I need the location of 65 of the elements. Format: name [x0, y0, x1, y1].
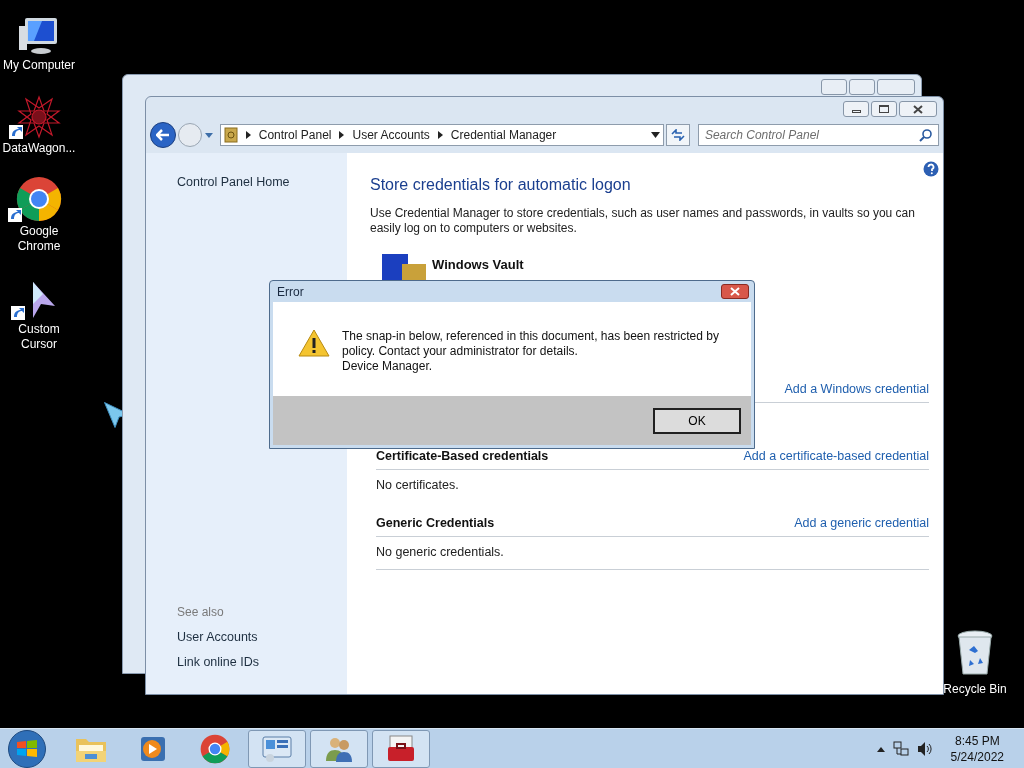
desktop-icon-label[interactable]: Custom Cursor [1, 322, 77, 352]
add-credential-link[interactable]: Add a certificate-based credential [743, 447, 929, 466]
close-icon [730, 287, 740, 296]
close-button[interactable] [899, 101, 937, 117]
caret-up-icon[interactable] [876, 745, 885, 752]
sidebar-link[interactable]: User Accounts [177, 627, 347, 647]
control-panel-icon [262, 734, 292, 763]
sidebar-link[interactable]: Link online IDs [177, 653, 347, 672]
search-field[interactable]: Search Control Panel [697, 124, 939, 146]
help-icon[interactable] [923, 161, 939, 177]
error-message: Device Manager. [342, 359, 434, 374]
desktop-icon-label[interactable]: My Computer [1, 58, 77, 73]
refresh-button[interactable] [666, 124, 690, 146]
desktop-icon-label[interactable]: Google Chrome [1, 224, 77, 254]
search-input[interactable]: Search Control Panel [704, 126, 919, 144]
taskbar-button[interactable] [372, 729, 430, 768]
ok-button[interactable]: OK [653, 407, 741, 434]
section-heading: Certificate-Based credentials [376, 448, 549, 466]
network-icon[interactable] [892, 740, 909, 757]
description-text: Use Credential Manager to store credentials, such as user names and passwords, in vaults so you can easily log on to computers or websites. [370, 206, 916, 236]
address-bar[interactable]: Control Panel User Accounts Credential Manager [219, 124, 664, 146]
chrome-icon [16, 176, 62, 222]
breadcrumb[interactable]: Control Panel [258, 126, 332, 144]
close-button[interactable] [721, 284, 749, 299]
breadcrumb[interactable]: Credential Manager [450, 126, 557, 144]
back-button[interactable] [150, 122, 176, 148]
dialog-title: Error [277, 283, 304, 301]
vault-label: Windows Vault [432, 255, 524, 274]
shortcut-arrow-icon [11, 306, 25, 320]
maximize-button[interactable] [871, 101, 897, 117]
shortcut-arrow-icon [9, 125, 23, 139]
desktop-icon-label[interactable]: Recycle Bin [943, 680, 1007, 698]
add-credential-link[interactable]: Add a generic credential [794, 514, 929, 533]
sidebar-link[interactable]: Control Panel Home [177, 173, 347, 192]
control-panel-icon [223, 127, 238, 143]
dropdown-arrow-icon[interactable] [651, 132, 660, 138]
chevron-right-icon[interactable] [437, 131, 443, 139]
minimize-button[interactable] [843, 101, 869, 117]
desktop-icon-label[interactable]: DataWagon... [1, 141, 77, 156]
close-icon [913, 104, 923, 114]
error-message: The snap-in below, referenced in this document, has been restricted by policy. Contact your administrator for details. [342, 329, 720, 359]
clock-date[interactable]: 5/24/2022 [950, 748, 1004, 765]
shortcut-arrow-icon [8, 208, 22, 222]
speaker-icon[interactable] [916, 740, 933, 757]
add-credential-link[interactable]: Add a Windows credential [784, 380, 929, 399]
windows-logo-icon [16, 738, 38, 759]
empty-message: No certificates. [376, 477, 460, 494]
chevron-right-icon[interactable] [245, 131, 251, 139]
empty-message: No generic credentials. [376, 544, 505, 561]
chevron-right-icon[interactable] [339, 131, 345, 139]
search-icon[interactable] [919, 128, 932, 142]
recycle-bin-icon [956, 630, 994, 676]
section-heading: Generic Credentials [376, 515, 495, 533]
star-icon [17, 95, 61, 139]
page-title: Store credentials for automatic logon [370, 175, 632, 195]
refresh-icon [670, 129, 685, 141]
see-also-heading: See also [177, 603, 225, 621]
play-icon [139, 734, 167, 763]
breadcrumb[interactable]: User Accounts [352, 126, 430, 144]
warning-icon [298, 329, 330, 357]
toolbox-icon [386, 734, 416, 763]
chrome-icon [200, 733, 230, 764]
start-button[interactable] [8, 729, 46, 768]
clock-time[interactable]: 8:45 PM [954, 732, 1000, 749]
back-arrow-icon [155, 129, 170, 141]
